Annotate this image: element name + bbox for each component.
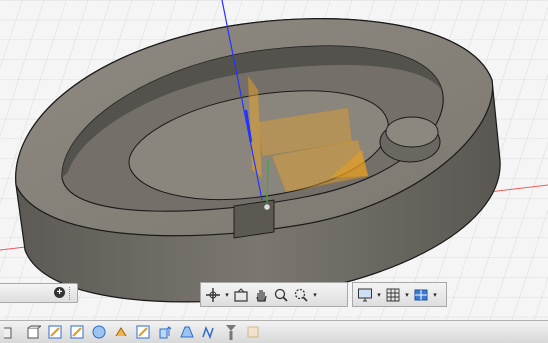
plus-circle-icon[interactable]: + (54, 287, 65, 298)
revolve-icon[interactable] (110, 322, 132, 342)
display-settings-icon[interactable] (355, 285, 375, 305)
origin-point[interactable] (263, 203, 271, 211)
look-at-icon[interactable] (231, 285, 251, 305)
viewports-dropdown-icon[interactable]: ▾ (431, 291, 439, 299)
sweep-icon[interactable] (198, 322, 220, 342)
zoom-icon[interactable] (271, 285, 291, 305)
pan-icon[interactable] (251, 285, 271, 305)
fit-icon[interactable] (291, 285, 311, 305)
navigation-toolbar: ▾ ▾ (200, 282, 348, 307)
cylinder-icon[interactable] (22, 322, 44, 342)
sphere-icon[interactable] (88, 322, 110, 342)
browser-panel-stub: + (0, 283, 78, 303)
panel-grip[interactable] (69, 287, 72, 300)
box-icon[interactable] (0, 322, 22, 342)
zoom-dropdown-icon[interactable]: ▾ (311, 291, 319, 299)
orbit-dropdown-icon[interactable]: ▾ (223, 291, 231, 299)
timeline-bar (0, 320, 548, 343)
loft-icon[interactable] (176, 322, 198, 342)
marker-icon[interactable] (220, 322, 242, 342)
sketch-icon[interactable] (132, 322, 154, 342)
sketch-icon[interactable] (44, 322, 66, 342)
ghost-feature-icon[interactable] (242, 322, 264, 342)
display-toolbar: ▾ ▾ ▾ (352, 282, 447, 307)
viewports-icon[interactable] (411, 285, 431, 305)
grid-dropdown-icon[interactable]: ▾ (403, 291, 411, 299)
orbit-icon[interactable] (203, 285, 223, 305)
display-dropdown-icon[interactable]: ▾ (375, 291, 383, 299)
small-cylinder-top (385, 116, 439, 148)
sketch-icon[interactable] (66, 322, 88, 342)
extrude-icon[interactable] (154, 322, 176, 342)
grid-settings-icon[interactable] (383, 285, 403, 305)
